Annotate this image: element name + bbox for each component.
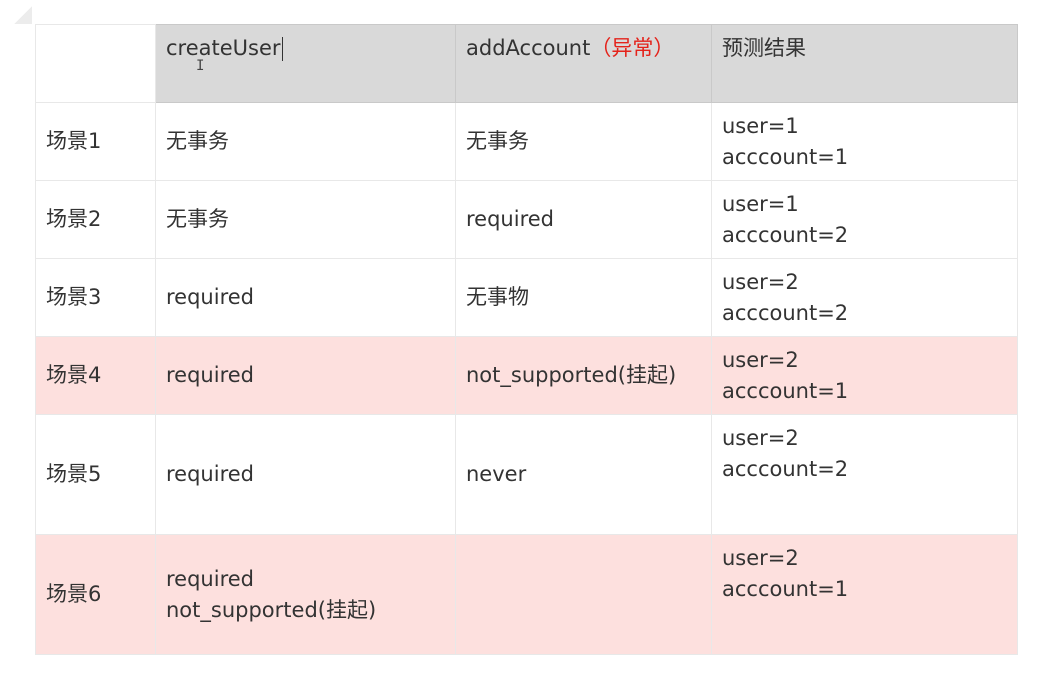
table-row: 场景1 无事务 无事务 user=1 acccount=1 — [35, 102, 1018, 181]
result-account: acccount=2 — [722, 457, 849, 481]
create-user-cell: required — [155, 258, 456, 337]
header-exception-note: （异常） — [590, 36, 675, 60]
result-account: acccount=1 — [722, 577, 849, 601]
result-user: user=2 — [722, 347, 799, 372]
result-cell: user=1 acccount=2 — [711, 180, 1018, 259]
add-account-cell: never — [455, 414, 712, 535]
result-account: acccount=1 — [722, 144, 849, 169]
table-row: 场景6 required not_supported(挂起) user=2 ac… — [35, 534, 1018, 655]
create-user-cell: required not_supported(挂起) — [155, 534, 456, 655]
result-user: user=1 — [722, 191, 799, 216]
table-row: 场景2 无事务 required user=1 acccount=2 — [35, 180, 1018, 259]
scene-cell: 场景3 — [35, 258, 156, 337]
result-cell: user=2 acccount=2 — [711, 258, 1018, 337]
header-row: createUser addAccount（异常） 预测结果 — [35, 24, 1018, 103]
result-user: user=2 — [722, 269, 799, 294]
header-add-account-label: addAccount — [466, 36, 591, 60]
text-caret — [281, 37, 283, 61]
create-user-cell: required — [155, 336, 456, 415]
scene-cell: 场景2 — [35, 180, 156, 259]
add-account-cell — [455, 534, 712, 655]
scene-cell: 场景1 — [35, 102, 156, 181]
scene-cell: 场景6 — [35, 534, 156, 655]
header-add-account[interactable]: addAccount（异常） — [455, 24, 712, 103]
header-prediction[interactable]: 预测结果 — [711, 24, 1018, 103]
scene-cell: 场景5 — [35, 414, 156, 535]
result-account: acccount=2 — [722, 300, 849, 325]
header-empty-cell — [35, 24, 156, 103]
add-account-cell: required — [455, 180, 712, 259]
add-account-cell: 无事物 — [455, 258, 712, 337]
result-user: user=2 — [722, 426, 799, 450]
create-user-cell: 无事务 — [155, 102, 456, 181]
table-row: 场景3 required 无事物 user=2 acccount=2 — [35, 258, 1018, 337]
header-prediction-label: 预测结果 — [722, 36, 806, 60]
corner-decoration — [14, 6, 32, 24]
result-account: acccount=2 — [722, 222, 849, 247]
table-row: 场景5 required never user=2 acccount=2 — [35, 414, 1018, 535]
text-cursor-icon: I — [196, 58, 205, 74]
result-cell: user=1 acccount=1 — [711, 102, 1018, 181]
create-user-cell: 无事务 — [155, 180, 456, 259]
result-cell: user=2 acccount=1 — [711, 336, 1018, 415]
create-user-line-2: not_supported(挂起) — [166, 597, 377, 622]
add-account-cell: not_supported(挂起) — [455, 336, 712, 415]
propagation-table: createUser addAccount（异常） 预测结果 场景1 无事务 无… — [35, 24, 1018, 655]
result-user: user=1 — [722, 113, 799, 138]
result-cell: user=2 acccount=1 — [711, 534, 1018, 655]
create-user-cell: required — [155, 414, 456, 535]
result-cell: user=2 acccount=2 — [711, 414, 1018, 535]
result-account: acccount=1 — [722, 378, 849, 403]
add-account-cell: 无事务 — [455, 102, 712, 181]
table-row: 场景4 required not_supported(挂起) user=2 ac… — [35, 336, 1018, 415]
header-create-user-label: createUser — [166, 36, 281, 60]
create-user-line-1: required — [166, 566, 254, 591]
result-user: user=2 — [722, 546, 799, 570]
scene-cell: 场景4 — [35, 336, 156, 415]
